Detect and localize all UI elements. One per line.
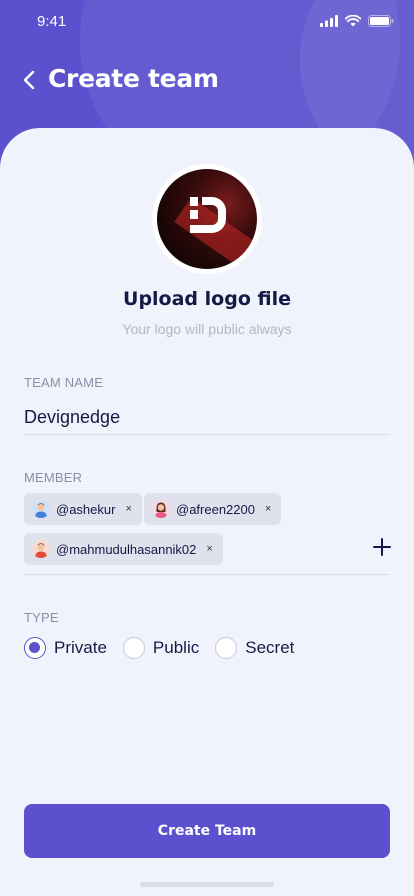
member-chip: @afreen2200 ×: [144, 493, 282, 525]
member-chip: @mahmudulhasannik02 ×: [24, 533, 223, 565]
member-label: MEMBER: [24, 470, 83, 485]
member-handle: @ashekur: [56, 501, 116, 517]
male-avatar-icon: [32, 540, 50, 558]
radio-unchecked-icon: [122, 637, 145, 659]
male-avatar-icon: [32, 500, 50, 518]
wifi-icon: [345, 15, 361, 27]
female-avatar-icon: [152, 500, 170, 518]
type-label: TYPE: [24, 610, 59, 625]
battery-icon: [368, 15, 394, 27]
brand-logo-icon: [190, 197, 226, 233]
upload-logo-subtitle: Your logo will public always: [122, 321, 292, 337]
team-name-label: TEAM NAME: [24, 375, 104, 390]
status-time: 9:41: [37, 13, 67, 30]
radio-label: Secret: [245, 638, 295, 657]
team-type-radio-group: Private Public Secret: [24, 637, 310, 659]
radio-checked-icon: [24, 637, 46, 659]
create-team-button[interactable]: Create Team: [24, 804, 390, 858]
plus-icon[interactable]: [372, 537, 392, 557]
radio-unchecked-icon: [215, 637, 238, 659]
page-title: Create team: [48, 64, 219, 93]
remove-member-button[interactable]: ×: [206, 543, 212, 555]
team-name-input[interactable]: [24, 400, 390, 434]
radio-label: Public: [152, 638, 200, 657]
status-bar: 9:41: [0, 0, 414, 44]
remove-member-button[interactable]: ×: [125, 503, 131, 515]
form-card: Upload logo file Your logo will public a…: [0, 128, 414, 896]
remove-member-button[interactable]: ×: [265, 503, 271, 515]
radio-label: Private: [54, 638, 107, 657]
radio-public[interactable]: Public: [122, 637, 200, 659]
radio-secret[interactable]: Secret: [215, 637, 294, 659]
team-name-divider: [24, 434, 390, 435]
member-handle: @afreen2200: [176, 501, 255, 517]
chevron-left-icon[interactable]: [20, 68, 40, 92]
home-indicator: [140, 882, 274, 887]
logo-upload[interactable]: [152, 164, 262, 274]
member-divider: [24, 574, 390, 575]
nav-bar: Create team: [0, 60, 414, 100]
status-icons: [320, 15, 394, 27]
member-chip: @ashekur ×: [24, 493, 142, 525]
team-logo-image: [157, 169, 257, 269]
upload-logo-title: Upload logo file: [123, 288, 291, 310]
member-handle: @mahmudulhasannik02: [56, 541, 197, 557]
cellular-signal-icon: [320, 15, 338, 27]
radio-private[interactable]: Private: [24, 637, 107, 659]
